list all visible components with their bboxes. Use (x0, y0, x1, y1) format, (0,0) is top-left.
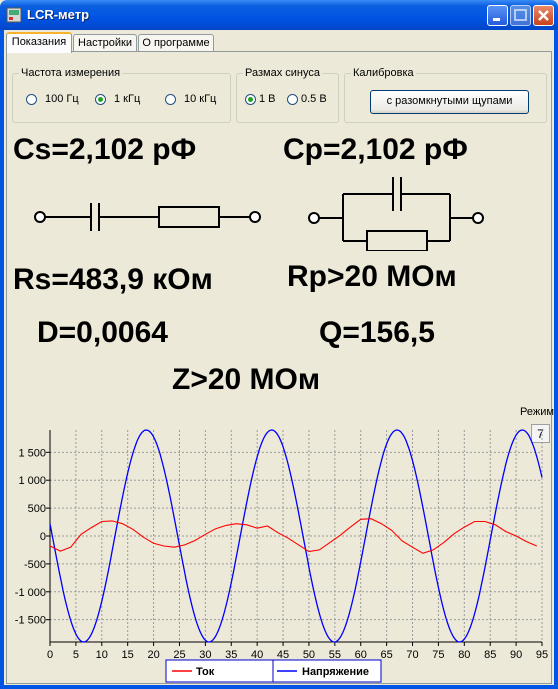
x-tick-label: 20 (147, 649, 159, 661)
x-tick-label: 15 (122, 649, 134, 661)
x-tick-label: 5 (73, 649, 79, 661)
y-tick-label: -500 (24, 559, 46, 571)
x-tick-label: 40 (251, 649, 263, 661)
x-tick-label: 80 (458, 649, 470, 661)
x-tick-label: 25 (173, 649, 185, 661)
y-tick-label: 500 (28, 503, 46, 515)
chart-legend: Ток Напряжение (165, 659, 382, 683)
x-tick-label: 45 (277, 649, 289, 661)
y-tick-label: -1 000 (15, 587, 46, 599)
waveform-chart: 0 5 10 15 20 25 30 35 40 45 50 55 60 65 70 75 80 85 90 95 1… (15, 429, 548, 683)
x-tick-labels: 0 5 10 15 20 25 30 35 40 45 50 55 60 65 70 75 80 85 90 95 (47, 649, 548, 661)
tab-readings[interactable]: Показания (6, 32, 72, 53)
y-tick-label: 1 500 (18, 447, 46, 459)
x-tick-label: 70 (406, 649, 418, 661)
y-tick-label: 0 (40, 531, 46, 543)
x-tick-label: 85 (484, 649, 496, 661)
x-tick-label: 60 (355, 649, 367, 661)
x-tick-label: 95 (536, 649, 548, 661)
legend-label-current: Ток (196, 666, 215, 678)
x-tick-label: 75 (432, 649, 444, 661)
chart-axes (46, 430, 543, 646)
x-tick-label: 0 (47, 649, 53, 661)
x-tick-label: 35 (225, 649, 237, 661)
y-tick-label: 1 000 (18, 475, 46, 487)
chart-grid (49, 430, 543, 642)
x-tick-label: 10 (96, 649, 108, 661)
legend-label-voltage: Напряжение (302, 666, 369, 678)
x-tick-label: 65 (381, 649, 393, 661)
x-tick-label: 50 (303, 649, 315, 661)
y-tick-label: -1 500 (15, 615, 46, 627)
x-tick-label: 90 (510, 649, 522, 661)
y-tick-labels: 1 500 1 000 500 0 -500 -1 000 -1 500 (15, 447, 46, 626)
x-tick-label: 30 (199, 649, 211, 661)
x-tick-label: 55 (329, 649, 341, 661)
